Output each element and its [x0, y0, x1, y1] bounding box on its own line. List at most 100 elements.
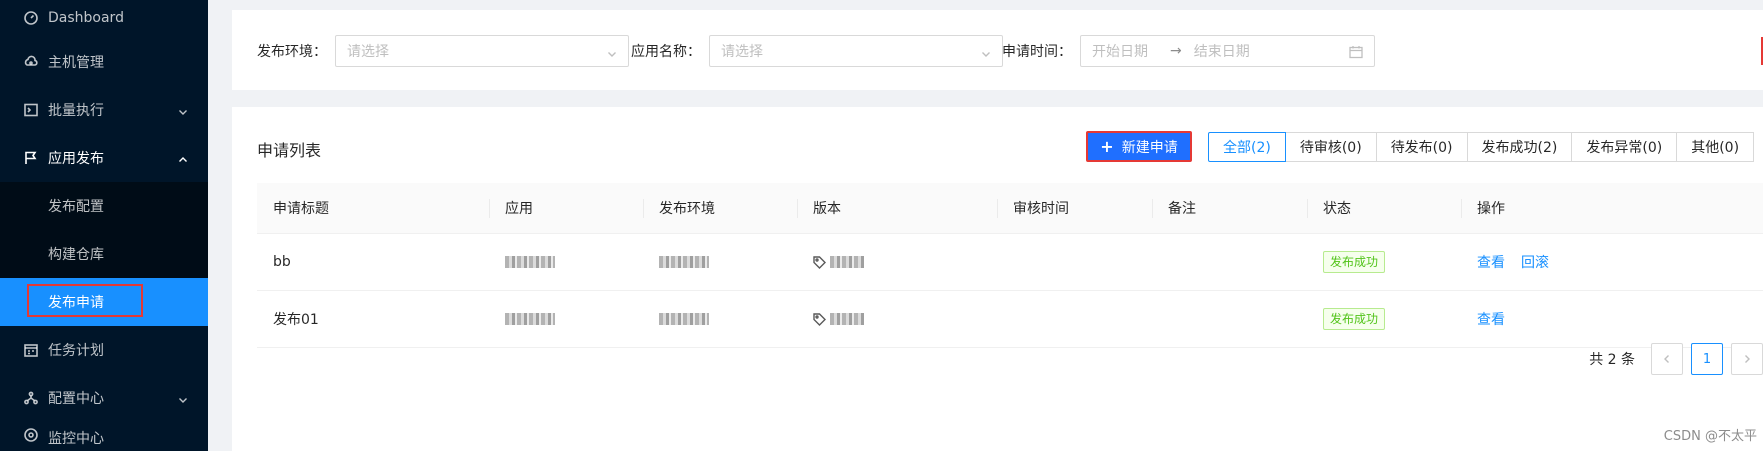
- calendar-icon: [1349, 45, 1363, 59]
- table-header: 申请标题 应用 发布环境 版本 审核时间 备注 状态 操作: [257, 183, 1763, 234]
- dashboard-icon: [24, 11, 38, 25]
- prev-page-button[interactable]: [1651, 343, 1683, 375]
- column-header: 备注: [1152, 183, 1307, 233]
- tab-deploy-error[interactable]: 发布异常(0): [1571, 132, 1678, 162]
- flag-icon: [24, 151, 38, 165]
- tag-icon: [813, 312, 826, 326]
- remark-cell: [1152, 291, 1307, 347]
- start-date-placeholder[interactable]: 开始日期: [1092, 41, 1148, 61]
- chevron-up-icon: [178, 153, 188, 163]
- end-date-placeholder[interactable]: 结束日期: [1194, 41, 1250, 61]
- column-header: 申请标题: [273, 201, 329, 217]
- env-cell: [643, 291, 797, 347]
- total-count: 共 2 条: [1589, 352, 1635, 368]
- chevron-left-icon: [1664, 355, 1669, 363]
- column-header: 状态: [1307, 183, 1461, 233]
- column-header: 应用: [489, 183, 643, 233]
- column-header: 版本: [797, 183, 997, 233]
- rollback-link[interactable]: 回滚: [1521, 252, 1549, 272]
- sidebar-item-build-repo[interactable]: 构建仓库: [0, 230, 208, 278]
- review-time-cell: [997, 291, 1152, 347]
- redacted-text: [659, 313, 709, 325]
- sidebar-item-label: 配置中心: [48, 391, 104, 407]
- view-link[interactable]: 查看: [1477, 309, 1505, 329]
- tab-all[interactable]: 全部(2): [1208, 132, 1286, 162]
- sidebar-item-label: 构建仓库: [48, 247, 104, 263]
- sidebar-item-batch[interactable]: 批量执行: [0, 86, 208, 134]
- request-title: bb: [273, 254, 291, 270]
- redacted-text: [505, 313, 555, 325]
- tab-pending-review[interactable]: 待审核(0): [1284, 132, 1377, 162]
- table-row: bb 发布成功 查看 回滚: [257, 234, 1763, 291]
- sidebar: Dashboard 主机管理 批量执行 应用发布 发布配置 构建仓库 发布申请 …: [0, 0, 208, 451]
- tag-icon: [813, 255, 826, 269]
- version-cell: [797, 234, 997, 290]
- version-cell: [797, 291, 997, 347]
- view-link[interactable]: 查看: [1477, 252, 1505, 272]
- terminal-icon: [24, 103, 38, 117]
- page-title: 申请列表: [257, 141, 322, 160]
- sidebar-item-monitor[interactable]: 监控中心: [0, 422, 208, 451]
- new-request-label: 新建申请: [1121, 139, 1178, 156]
- sidebar-item-config-center[interactable]: 配置中心: [0, 374, 208, 422]
- sidebar-item-deploy-config[interactable]: 发布配置: [0, 182, 208, 230]
- status-filter-tabs: 全部(2) 待审核(0) 待发布(0) 发布成功(2) 发布异常(0) 其他(0…: [1208, 132, 1755, 162]
- tab-deploy-success[interactable]: 发布成功(2): [1466, 132, 1573, 162]
- env-label: 发布环境：: [257, 44, 327, 60]
- request-table: 申请标题 应用 发布环境 版本 审核时间 备注 状态 操作 bb 发布成功 查看…: [257, 183, 1763, 348]
- env-cell: [643, 234, 797, 290]
- time-label: 申请时间：: [1002, 44, 1072, 60]
- cluster-icon: [24, 391, 38, 405]
- sidebar-item-schedule[interactable]: 任务计划: [0, 326, 208, 374]
- chevron-down-icon: [981, 47, 991, 57]
- chevron-down-icon: [178, 105, 188, 115]
- app-label: 应用名称：: [631, 44, 701, 60]
- review-time-cell: [997, 234, 1152, 290]
- app-cell: [489, 291, 643, 347]
- monitor-icon: [24, 428, 38, 442]
- app-placeholder: 请选择: [721, 44, 763, 60]
- sidebar-item-dashboard[interactable]: Dashboard: [0, 0, 208, 38]
- next-page-button[interactable]: [1731, 343, 1763, 375]
- time-filter: 申请时间： 开始日期 → 结束日期: [1002, 35, 1375, 67]
- actions-cell: 查看: [1461, 291, 1763, 347]
- sidebar-item-label: 发布配置: [48, 199, 104, 215]
- plus-icon: +: [1100, 136, 1114, 156]
- request-title: 发布01: [273, 312, 319, 328]
- chevron-down-icon: [178, 393, 188, 403]
- request-list-card: 申请列表 + 新建申请 全部(2) 待审核(0) 待发布(0) 发布成功(2) …: [232, 107, 1763, 451]
- redacted-text: [830, 313, 864, 325]
- remark-cell: [1152, 234, 1307, 290]
- sidebar-item-label: 任务计划: [48, 343, 104, 359]
- column-header: 发布环境: [643, 183, 797, 233]
- env-select[interactable]: 请选择: [335, 35, 629, 67]
- env-placeholder: 请选择: [347, 44, 389, 60]
- tab-pending-deploy[interactable]: 待发布(0): [1375, 132, 1468, 162]
- watermark: CSDN @不太平: [1663, 429, 1757, 444]
- sidebar-item-deploy[interactable]: 应用发布: [0, 134, 208, 182]
- status-badge: 发布成功: [1323, 251, 1386, 273]
- page-number-button[interactable]: 1: [1691, 343, 1723, 375]
- app-filter: 应用名称： 请选择: [631, 35, 1003, 67]
- redacted-text: [505, 256, 555, 268]
- filter-bar: 发布环境： 请选择 应用名称： 请选择 申请时间： 开始日期 → 结束日期: [232, 10, 1763, 90]
- column-header: 操作: [1461, 183, 1763, 233]
- sidebar-item-label: 主机管理: [48, 55, 104, 71]
- app-select[interactable]: 请选择: [709, 35, 1003, 67]
- table-row: 发布01 发布成功 查看: [257, 291, 1763, 348]
- actions-cell: 查看 回滚: [1461, 234, 1763, 290]
- app-cell: [489, 234, 643, 290]
- tab-other[interactable]: 其他(0): [1676, 132, 1755, 162]
- highlight-box: [27, 284, 143, 317]
- column-header: 审核时间: [997, 183, 1152, 233]
- status-cell: 发布成功: [1307, 291, 1461, 347]
- sidebar-item-label: 应用发布: [48, 151, 104, 167]
- sidebar-item-hosts[interactable]: 主机管理: [0, 38, 208, 86]
- sidebar-item-label: Dashboard: [48, 10, 124, 26]
- status-cell: 发布成功: [1307, 234, 1461, 290]
- new-request-button[interactable]: + 新建申请: [1086, 131, 1192, 162]
- chevron-right-icon: [1745, 355, 1750, 363]
- sidebar-item-deploy-request[interactable]: 发布申请: [0, 278, 208, 326]
- date-range-picker[interactable]: 开始日期 → 结束日期: [1080, 35, 1375, 67]
- cloud-server-icon: [24, 55, 38, 69]
